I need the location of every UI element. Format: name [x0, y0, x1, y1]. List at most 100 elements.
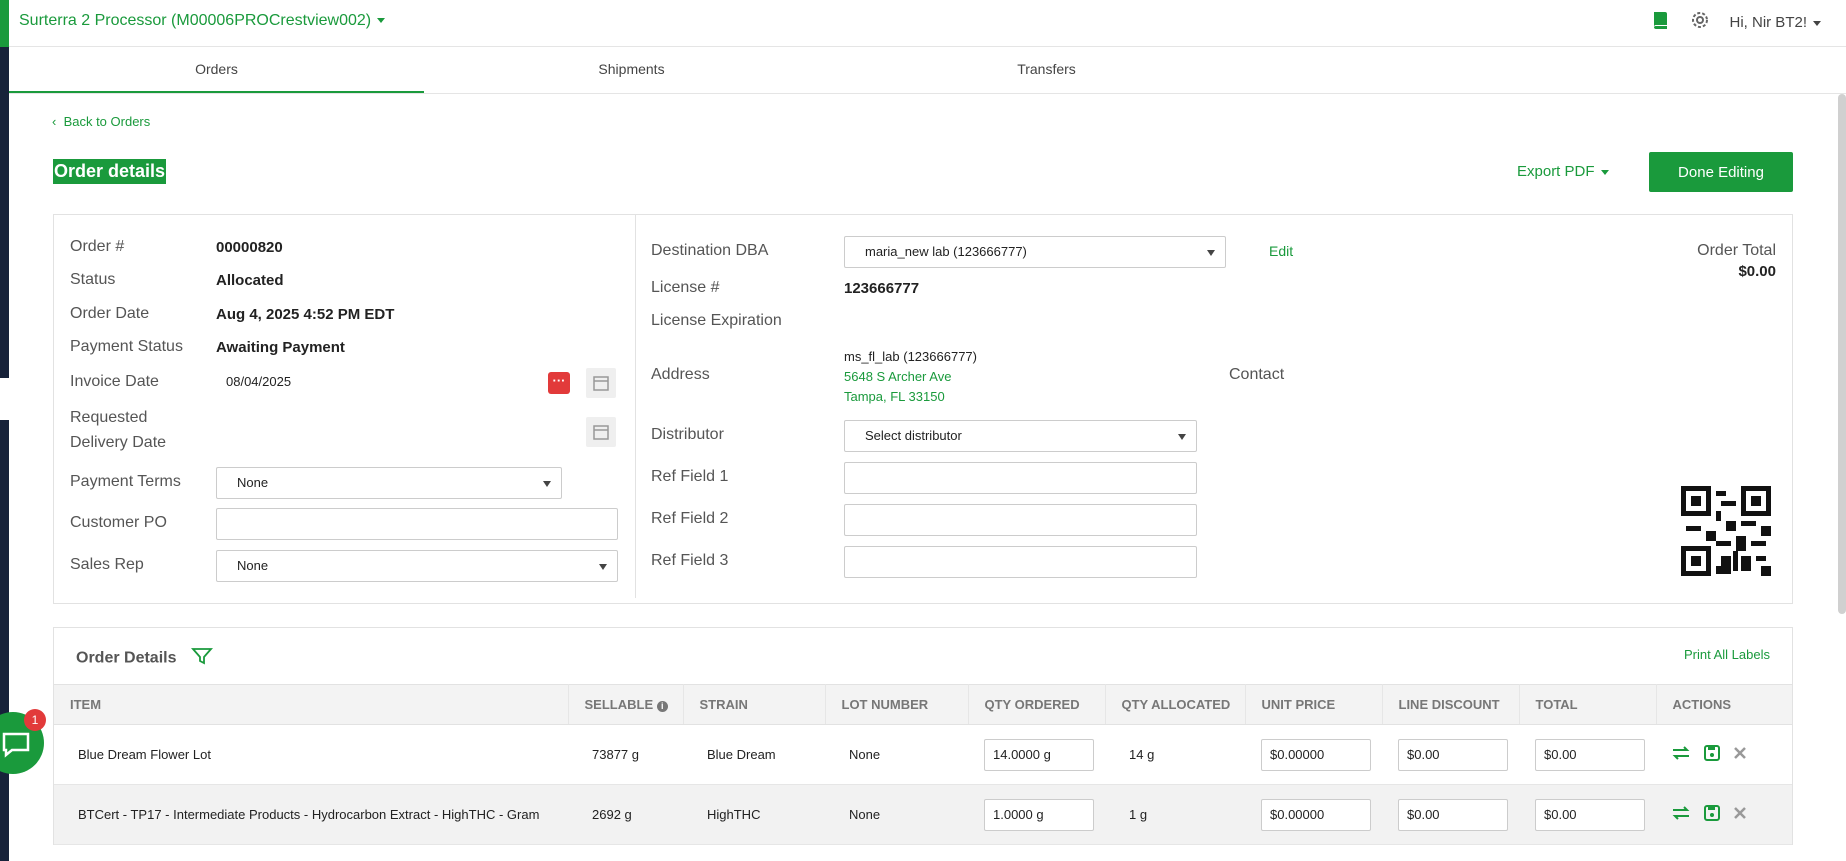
- invoice-date-label: Invoice Date: [70, 373, 159, 390]
- order-total: Order Total $0.00: [1697, 242, 1776, 280]
- clear-date-icon[interactable]: ···: [548, 372, 570, 394]
- swap-icon[interactable]: [1672, 805, 1690, 824]
- done-editing-button[interactable]: Done Editing: [1649, 152, 1793, 192]
- col-qty-allocated: QTY ALLOCATED: [1105, 684, 1246, 725]
- chevron-down-icon: [377, 18, 386, 24]
- address-line2[interactable]: Tampa, FL 33150: [844, 389, 945, 404]
- qty-ordered-input[interactable]: 1.0000 g: [984, 798, 1094, 831]
- export-pdf-button[interactable]: Export PDF: [1517, 163, 1609, 180]
- ref3-label: Ref Field 3: [651, 552, 729, 569]
- tab-shipments[interactable]: Shipments: [424, 47, 839, 93]
- col-total: TOTAL: [1519, 684, 1657, 725]
- sellable-cell: 73877 g: [568, 724, 683, 785]
- contact-label: Contact: [1229, 366, 1285, 383]
- print-all-labels-link[interactable]: Print All Labels: [1684, 647, 1770, 662]
- distributor-select[interactable]: Select distributor: [844, 420, 1197, 452]
- divider: [635, 215, 636, 598]
- total-input[interactable]: $0.00: [1535, 798, 1645, 831]
- table-header-row: ITEM SELLABLE i STRAIN LOT NUMBER QTY OR…: [54, 684, 1792, 725]
- swap-icon[interactable]: [1672, 745, 1690, 764]
- order-total-label: Order Total: [1697, 242, 1776, 259]
- payment-status-value: Awaiting Payment: [216, 339, 345, 356]
- order-no-value: 00000820: [216, 239, 283, 256]
- lot-cell: None: [825, 784, 968, 845]
- top-bar: Surterra 2 Processor (M00006PROCrestview…: [9, 0, 1846, 47]
- close-icon[interactable]: [1734, 807, 1746, 822]
- save-icon[interactable]: [1704, 745, 1720, 764]
- sellable-cell: 2692 g: [568, 784, 683, 845]
- payment-status-label: Payment Status: [70, 338, 183, 355]
- order-info-card: Order # 00000820 Status Allocated Order …: [53, 214, 1793, 604]
- page-title: Order details: [53, 159, 167, 184]
- tab-bar: Orders Shipments Transfers: [9, 47, 1846, 94]
- order-date-value: Aug 4, 2025 4:52 PM EDT: [216, 306, 395, 323]
- item-cell: BTCert - TP17 - Intermediate Products - …: [54, 784, 568, 845]
- ref2-input[interactable]: [844, 504, 1197, 536]
- customer-po-label: Customer PO: [70, 514, 167, 531]
- table-row: BTCert - TP17 - Intermediate Products - …: [54, 784, 1792, 845]
- calendar-icon[interactable]: [586, 417, 616, 447]
- save-icon[interactable]: [1704, 805, 1720, 824]
- order-date-label: Order Date: [70, 305, 150, 322]
- address-line1[interactable]: 5648 S Archer Ave: [844, 369, 951, 384]
- col-line-discount: LINE DISCOUNT: [1382, 684, 1520, 725]
- book-icon[interactable]: [1649, 9, 1671, 36]
- order-no-label: Order #: [70, 238, 125, 255]
- license-label: License #: [651, 279, 720, 296]
- order-details-title: Order Details: [76, 646, 213, 671]
- qty-ordered-input[interactable]: 14.0000 g: [984, 738, 1094, 771]
- payment-terms-label: Payment Terms: [70, 473, 181, 490]
- order-details-panel: Order Details Print All Labels ITEM SELL…: [53, 627, 1793, 845]
- payment-terms-select[interactable]: None: [216, 467, 562, 499]
- user-menu[interactable]: Hi, Nir BT2!: [1729, 14, 1821, 31]
- unit-price-input[interactable]: $0.00000: [1261, 738, 1371, 771]
- strain-cell: HighTHC: [683, 784, 825, 845]
- col-sellable: SELLABLE i: [568, 684, 684, 725]
- invoice-date-input[interactable]: 08/04/2025: [216, 367, 536, 399]
- col-actions: ACTIONS: [1656, 684, 1792, 725]
- qr-code: [1681, 486, 1771, 576]
- col-item: ITEM: [54, 684, 569, 725]
- lot-cell: None: [825, 724, 968, 785]
- customer-po-input[interactable]: [216, 508, 618, 540]
- calendar-icon[interactable]: [586, 368, 616, 398]
- status-value: Allocated: [216, 272, 284, 289]
- table-row: Blue Dream Flower Lot 73877 g Blue Dream…: [54, 724, 1792, 785]
- ref1-input[interactable]: [844, 462, 1197, 494]
- license-value: 123666777: [844, 280, 920, 297]
- close-icon[interactable]: [1734, 747, 1746, 762]
- ref3-input[interactable]: [844, 546, 1197, 578]
- qty-allocated-cell: 14 g: [1105, 724, 1245, 785]
- chevron-down-icon: [1813, 20, 1821, 26]
- order-total-value: $0.00: [1738, 263, 1776, 280]
- scrollbar[interactable]: [1838, 94, 1846, 614]
- tab-orders[interactable]: Orders: [9, 47, 424, 93]
- info-icon[interactable]: i: [656, 701, 668, 712]
- unit-price-input[interactable]: $0.00000: [1261, 798, 1371, 831]
- facility-selector[interactable]: Surterra 2 Processor (M00006PROCrestview…: [19, 12, 386, 30]
- ref2-label: Ref Field 2: [651, 510, 729, 527]
- col-qty-ordered: QTY ORDERED: [968, 684, 1106, 725]
- total-input[interactable]: $0.00: [1535, 738, 1645, 771]
- back-to-orders-link[interactable]: ‹ Back to Orders: [52, 114, 150, 129]
- col-lot: LOT NUMBER: [825, 684, 969, 725]
- order-items-table: ITEM SELLABLE i STRAIN LOT NUMBER QTY OR…: [54, 684, 1792, 845]
- tab-transfers[interactable]: Transfers: [839, 47, 1254, 93]
- filter-icon[interactable]: [190, 648, 213, 670]
- chevron-left-icon: ‹: [52, 114, 64, 129]
- sales-rep-select[interactable]: None: [216, 550, 618, 582]
- col-unit-price: UNIT PRICE: [1245, 684, 1383, 725]
- distributor-label: Distributor: [651, 426, 724, 443]
- license-exp-label: License Expiration: [651, 312, 782, 329]
- address-label: Address: [651, 366, 710, 383]
- line-discount-input[interactable]: $0.00: [1398, 738, 1508, 771]
- chat-badge: 1: [24, 709, 46, 731]
- edit-link[interactable]: Edit: [1269, 243, 1293, 259]
- chevron-down-icon: [1600, 169, 1609, 175]
- destination-select[interactable]: maria_new lab (123666777): [844, 236, 1226, 268]
- gear-icon[interactable]: [1689, 9, 1711, 36]
- requested-label-1: Requested: [70, 409, 148, 426]
- item-cell: Blue Dream Flower Lot: [54, 724, 568, 785]
- status-label: Status: [70, 271, 116, 288]
- line-discount-input[interactable]: $0.00: [1398, 798, 1508, 831]
